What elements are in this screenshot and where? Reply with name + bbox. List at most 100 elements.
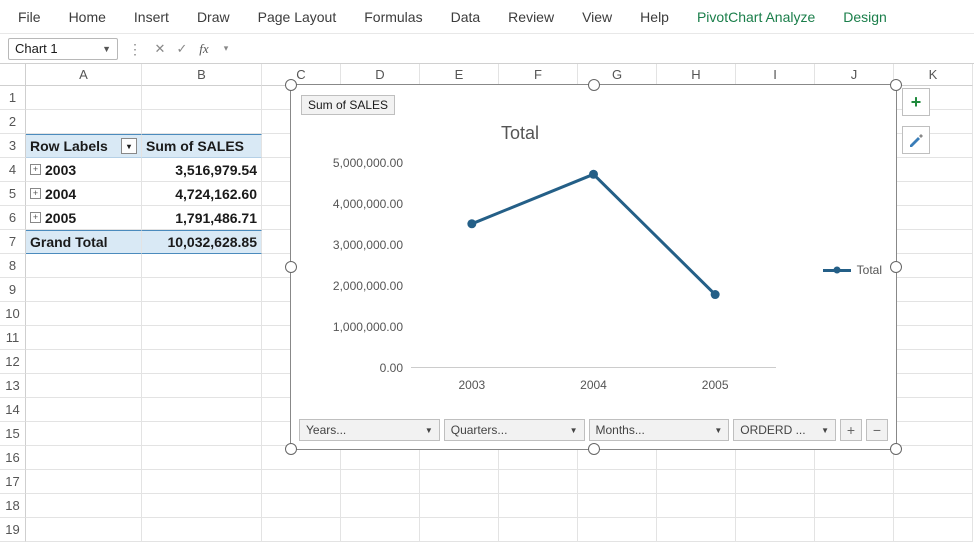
cell[interactable] [26,470,142,494]
cell[interactable] [142,350,262,374]
row-header[interactable]: 16 [0,446,26,470]
cell[interactable] [341,518,420,542]
cell[interactable] [142,326,262,350]
cell[interactable] [894,398,973,422]
cell[interactable] [894,254,973,278]
fx-icon[interactable]: fx [195,41,213,57]
tab-formulas[interactable]: Formulas [350,1,436,33]
cell[interactable] [578,494,657,518]
tab-draw[interactable]: Draw [183,1,244,33]
row-header[interactable]: 3 [0,134,26,158]
resize-handle-n[interactable] [588,79,600,91]
resize-handle-w[interactable] [285,261,297,273]
cell[interactable]: +2004 [26,182,142,206]
cell[interactable] [894,158,973,182]
tab-file[interactable]: File [4,1,55,33]
cell[interactable] [142,374,262,398]
expand-icon[interactable]: + [30,188,41,199]
tab-design[interactable]: Design [829,1,901,33]
resize-handle-e[interactable] [890,261,902,273]
row-header[interactable]: 17 [0,470,26,494]
cell[interactable] [341,494,420,518]
col-header-H[interactable]: H [657,64,736,86]
cell[interactable] [894,278,973,302]
cell[interactable] [26,110,142,134]
cell[interactable] [894,206,973,230]
cell[interactable] [736,518,815,542]
cell[interactable] [142,518,262,542]
row-header[interactable]: 5 [0,182,26,206]
cell[interactable]: Sum of SALES [142,134,262,158]
resize-handle-s[interactable] [588,443,600,455]
row-header[interactable]: 11 [0,326,26,350]
col-header-J[interactable]: J [815,64,894,86]
col-header-C[interactable]: C [262,64,341,86]
cell[interactable] [894,470,973,494]
cell[interactable] [815,518,894,542]
select-all-corner[interactable] [0,64,26,86]
cell[interactable] [736,470,815,494]
name-box[interactable]: Chart 1 ▼ [8,38,118,60]
cell[interactable] [894,302,973,326]
cell[interactable] [894,230,973,254]
cell[interactable] [894,374,973,398]
cell[interactable]: Grand Total [26,230,142,254]
row-header[interactable]: 8 [0,254,26,278]
cell[interactable] [657,470,736,494]
cell[interactable] [499,494,578,518]
cell[interactable] [262,518,341,542]
cell[interactable] [815,494,894,518]
data-point[interactable] [589,170,598,179]
cell[interactable] [26,302,142,326]
cell[interactable]: 4,724,162.60 [142,182,262,206]
row-header[interactable]: 1 [0,86,26,110]
cell[interactable] [657,518,736,542]
cell[interactable] [815,470,894,494]
cell[interactable] [26,398,142,422]
cell[interactable] [26,446,142,470]
cell[interactable] [578,470,657,494]
tab-pivotchart-analyze[interactable]: PivotChart Analyze [683,1,829,33]
cell[interactable] [894,494,973,518]
cell[interactable] [26,518,142,542]
cell[interactable] [142,494,262,518]
resize-handle-sw[interactable] [285,443,297,455]
cell[interactable] [420,470,499,494]
tab-help[interactable]: Help [626,1,683,33]
cell[interactable] [420,494,499,518]
cell[interactable] [26,422,142,446]
row-header[interactable]: 18 [0,494,26,518]
resize-handle-ne[interactable] [890,79,902,91]
cell[interactable]: 10,032,628.85 [142,230,262,254]
cell[interactable]: 1,791,486.71 [142,206,262,230]
cell[interactable] [26,326,142,350]
cell[interactable] [499,518,578,542]
cell[interactable]: 3,516,979.54 [142,158,262,182]
col-header-B[interactable]: B [142,64,262,86]
chart-styles-button[interactable] [902,126,930,154]
col-header-A[interactable]: A [26,64,142,86]
chart-title[interactable]: Total [501,123,539,144]
expand-icon[interactable]: + [30,212,41,223]
cell[interactable] [262,470,341,494]
filter-dropdown-icon[interactable]: ▾ [121,138,137,154]
formula-input[interactable] [241,38,966,60]
chart-legend[interactable]: Total [823,263,882,277]
cell[interactable]: +2005 [26,206,142,230]
pivot-chart[interactable]: Sum of SALES Total 0.001,000,000.002,000… [290,84,897,450]
col-header-K[interactable]: K [894,64,973,86]
resize-handle-nw[interactable] [285,79,297,91]
cell[interactable] [657,494,736,518]
cell[interactable] [894,518,973,542]
row-header[interactable]: 12 [0,350,26,374]
cell[interactable] [142,86,262,110]
resize-handle-se[interactable] [890,443,902,455]
tab-data[interactable]: Data [437,1,495,33]
fx-dropdown-icon[interactable]: ▾ [217,43,235,54]
cell[interactable]: Row Labels▾ [26,134,142,158]
expand-field-button[interactable]: + [840,419,862,441]
cell[interactable] [894,422,973,446]
cell[interactable] [341,470,420,494]
row-header[interactable]: 14 [0,398,26,422]
cell[interactable] [894,326,973,350]
